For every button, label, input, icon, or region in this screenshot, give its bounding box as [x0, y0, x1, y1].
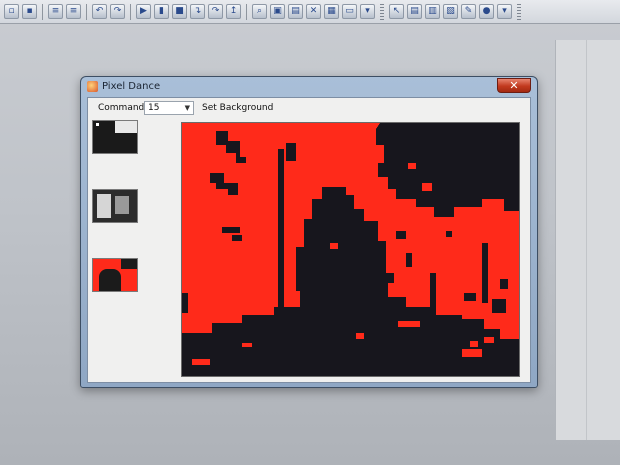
frame-thumbnail-1[interactable]: [92, 120, 138, 154]
save-icon[interactable]: ▪: [22, 4, 37, 19]
stop-icon[interactable]: ■: [172, 4, 187, 19]
properties-icon[interactable]: ▤: [288, 4, 303, 19]
paint-icon[interactable]: ✎: [461, 4, 476, 19]
command-select-value: 15: [148, 103, 160, 113]
toolbar-separator: [86, 3, 87, 20]
pointer-icon[interactable]: ↖: [389, 4, 404, 19]
chevron-down-icon: ▼: [184, 104, 190, 112]
new-file-icon[interactable]: ▫: [4, 4, 19, 19]
image-icon[interactable]: ▧: [443, 4, 458, 19]
find-icon[interactable]: ⌕: [252, 4, 267, 19]
toolbar-separator: [246, 3, 247, 20]
frame-thumbnail-3[interactable]: [92, 258, 138, 292]
toolbar-separator: [130, 3, 131, 20]
pixel-display[interactable]: [181, 122, 520, 377]
window-client-area: Command 15 ▼ Set Background: [87, 97, 531, 383]
pause-icon[interactable]: ▮: [154, 4, 169, 19]
pixel-dance-window: Pixel Dance ✕ Command 15 ▼ Set Backgroun…: [80, 76, 538, 388]
toolbar-separator: [42, 3, 43, 20]
app-icon: [87, 81, 98, 92]
record-icon[interactable]: ●: [479, 4, 494, 19]
solution-icon[interactable]: ▣: [270, 4, 285, 19]
ide-toolbar: ▫ ▪ ≡ ≡ ↶ ↷ ▶ ▮ ■ ↴ ↷ ↥ ⌕ ▣ ▤ ✕ ▦ ▭ ▾ ↖ …: [0, 0, 620, 24]
window-icon[interactable]: ▭: [342, 4, 357, 19]
set-background-button[interactable]: Set Background: [202, 103, 273, 113]
frame-thumbnail-2[interactable]: [92, 189, 138, 223]
align-left-icon[interactable]: ≡: [48, 4, 63, 19]
window-title: Pixel Dance: [102, 81, 161, 92]
undo-icon[interactable]: ↶: [92, 4, 107, 19]
command-select[interactable]: 15 ▼: [144, 101, 194, 115]
more-options-icon[interactable]: ▾: [360, 4, 375, 19]
toolbar-grip[interactable]: [380, 3, 384, 20]
align-right-icon[interactable]: ≡: [66, 4, 81, 19]
run-icon[interactable]: ▶: [136, 4, 151, 19]
close-button[interactable]: ✕: [497, 78, 531, 93]
step-out-icon[interactable]: ↥: [226, 4, 241, 19]
format-icon[interactable]: ▥: [425, 4, 440, 19]
toolbox-icon[interactable]: ▦: [324, 4, 339, 19]
tools-icon[interactable]: ✕: [306, 4, 321, 19]
step-icon[interactable]: ↴: [190, 4, 205, 19]
window-titlebar[interactable]: Pixel Dance ✕: [81, 77, 537, 97]
layout-icon[interactable]: ▤: [407, 4, 422, 19]
toolbar-grip[interactable]: [517, 3, 521, 20]
step-over-icon[interactable]: ↷: [208, 4, 223, 19]
right-docked-panel: [555, 40, 620, 440]
redo-icon[interactable]: ↷: [110, 4, 125, 19]
command-label: Command: [98, 103, 145, 113]
more-options-icon[interactable]: ▾: [497, 4, 512, 19]
